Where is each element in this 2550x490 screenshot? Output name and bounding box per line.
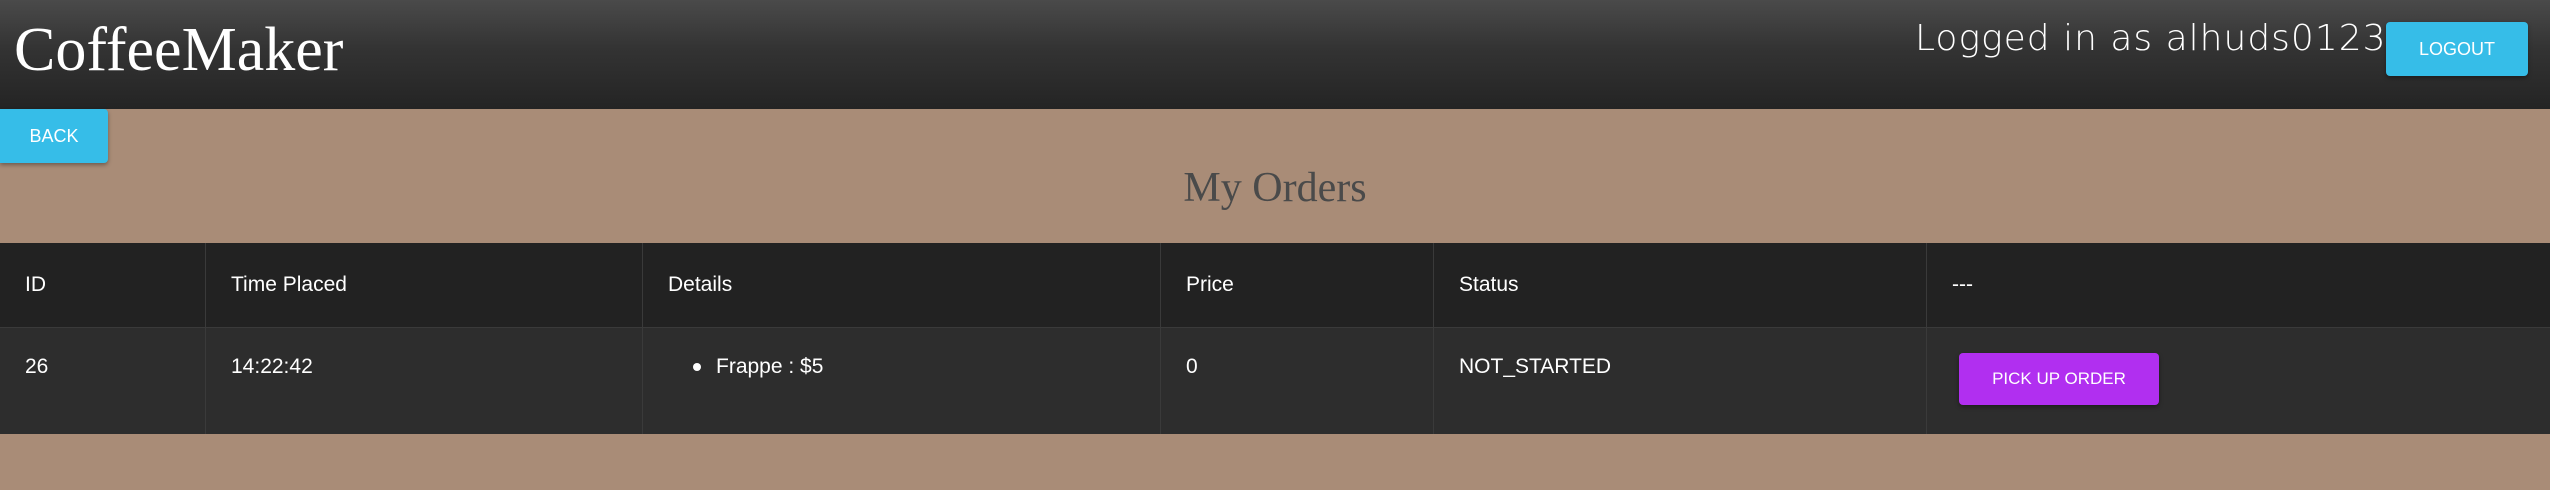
back-button[interactable]: BACK	[0, 109, 108, 163]
column-header-label: Time Placed	[231, 273, 347, 296]
cell-actions: PICK UP ORDER	[1927, 328, 2550, 434]
bullet-icon	[693, 363, 701, 371]
top-navbar: CoffeeMaker Logged in as alhuds0123 LOGO…	[0, 0, 2550, 109]
column-header-time-placed: Time Placed	[206, 243, 643, 327]
page-title: My Orders	[1183, 165, 1367, 211]
column-header-label: ---	[1952, 273, 1973, 296]
app-brand: CoffeeMaker	[14, 16, 344, 84]
table-header-row: ID Time Placed Details Price Status ---	[0, 243, 2550, 328]
table-row: 26 14:22:42 Frappe : $5 0 NOT_STARTED PI…	[0, 328, 2550, 434]
cell-time-placed: 14:22:42	[206, 328, 643, 434]
cell-price: 0	[1161, 328, 1434, 434]
cell-id: 26	[0, 328, 206, 434]
column-header-actions: ---	[1927, 243, 2550, 327]
cell-details: Frappe : $5	[643, 328, 1161, 434]
column-header-label: ID	[25, 273, 46, 296]
order-detail-item: Frappe : $5	[693, 354, 823, 380]
orders-table: ID Time Placed Details Price Status --- …	[0, 243, 2550, 434]
cell-status: NOT_STARTED	[1434, 328, 1927, 434]
column-header-status: Status	[1434, 243, 1927, 327]
order-id: 26	[25, 355, 49, 378]
column-header-label: Status	[1459, 273, 1519, 296]
column-header-details: Details	[643, 243, 1161, 327]
column-header-id: ID	[0, 243, 206, 327]
order-detail-text: Frappe : $5	[716, 355, 824, 378]
column-header-label: Details	[668, 273, 733, 296]
column-header-price: Price	[1161, 243, 1434, 327]
order-status: NOT_STARTED	[1459, 355, 1612, 378]
pick-up-order-button[interactable]: PICK UP ORDER	[1959, 353, 2159, 405]
column-header-label: Price	[1186, 273, 1234, 296]
logout-button[interactable]: LOGOUT	[2386, 22, 2528, 76]
order-price: 0	[1186, 355, 1198, 378]
order-time-placed: 14:22:42	[231, 355, 313, 378]
logged-in-status: Logged in as alhuds0123	[1915, 18, 2387, 59]
